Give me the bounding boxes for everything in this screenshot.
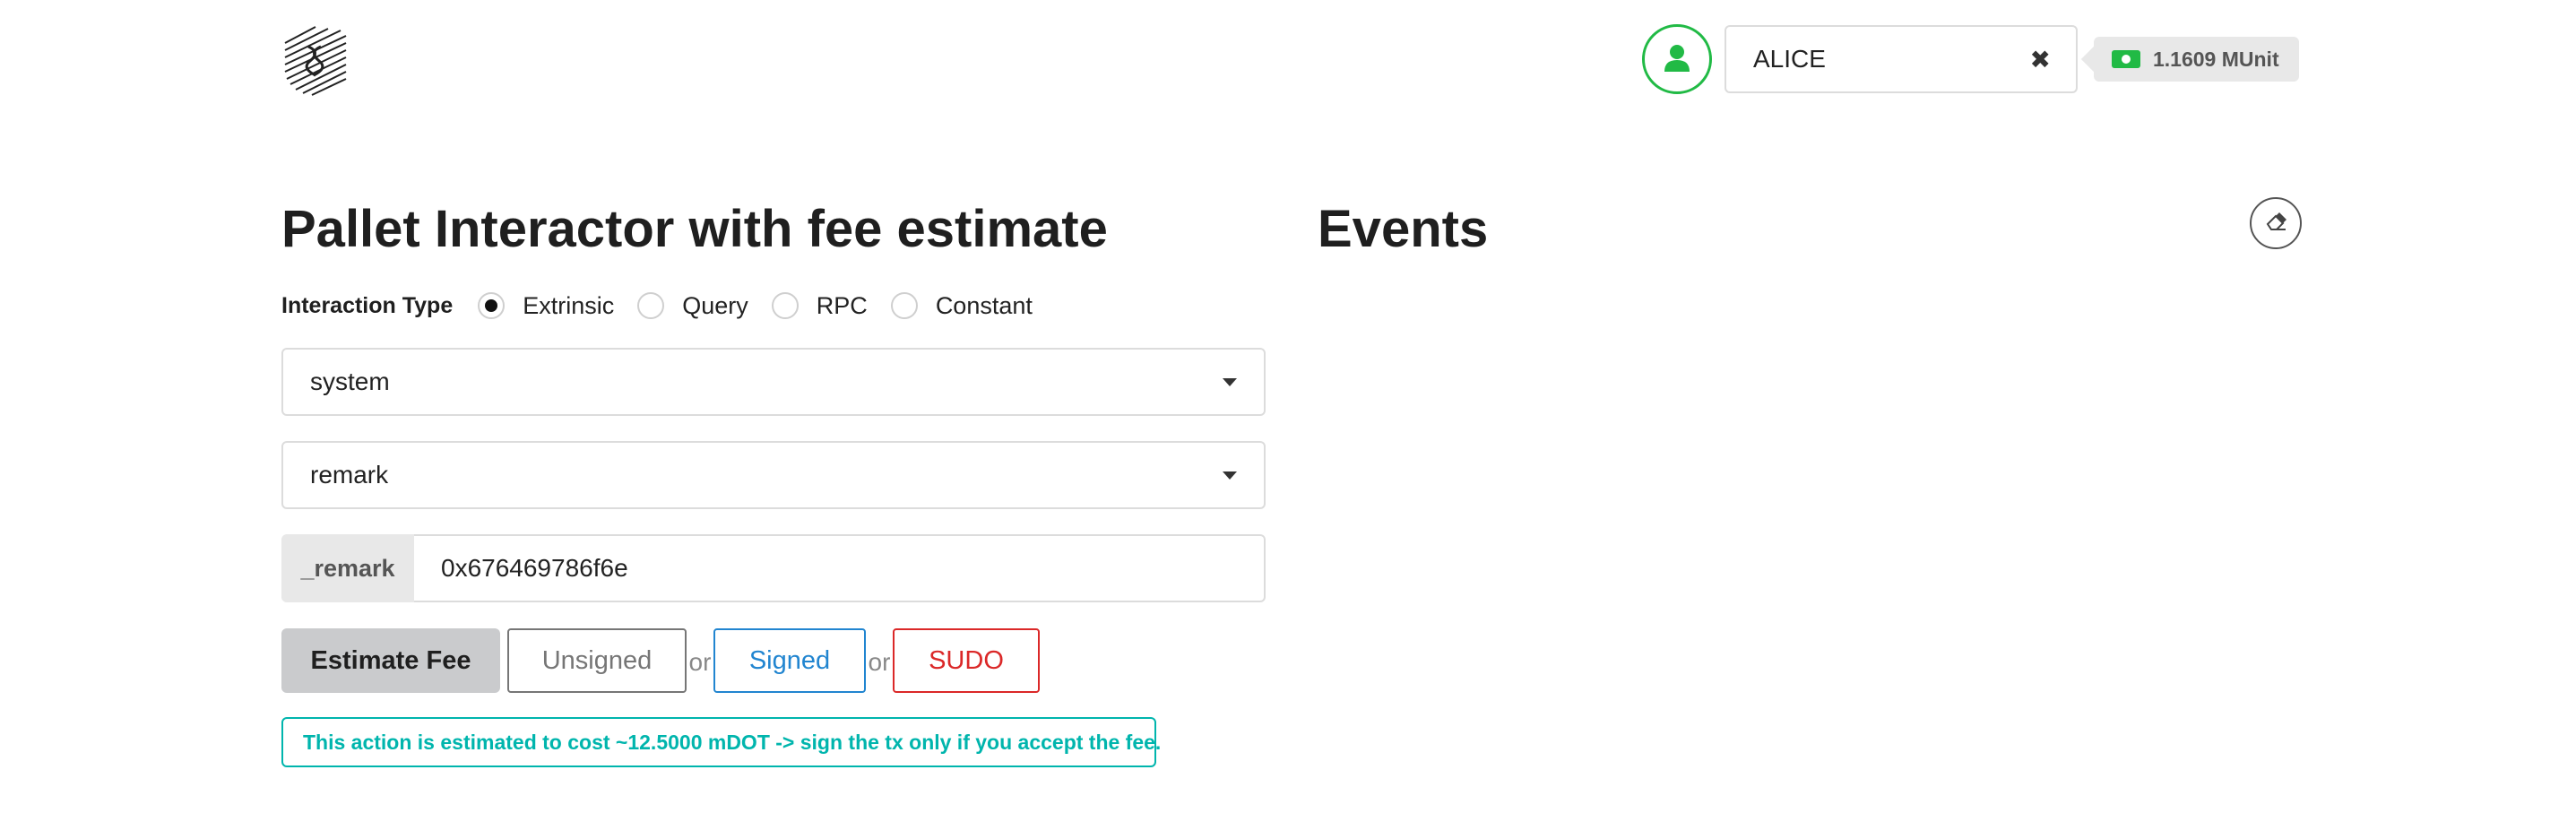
account-selector-group: ALICE ✖ 1.1609 MUnit (1642, 22, 2299, 97)
page-title: Pallet Interactor with fee estimate (281, 200, 1108, 258)
close-icon[interactable]: ✖ (2030, 45, 2051, 74)
radio-rpc[interactable]: RPC (771, 291, 868, 320)
money-icon (2112, 50, 2140, 68)
pallet-value: system (310, 368, 390, 395)
account-dropdown[interactable]: ALICE ✖ (1725, 25, 2078, 93)
estimate-fee-button[interactable]: Estimate Fee (281, 628, 500, 693)
eraser-icon (2264, 212, 2287, 236)
radio-query[interactable]: Query (637, 292, 748, 320)
radio-button[interactable] (637, 292, 665, 319)
unsigned-button[interactable]: Unsigned (507, 628, 687, 693)
radio-label: Extrinsic (523, 291, 615, 319)
radio-button[interactable] (890, 292, 918, 319)
callable-dropdown[interactable]: remark (281, 441, 1266, 509)
substrate-logo-icon (281, 25, 350, 97)
radio-label: Constant (935, 291, 1033, 319)
balance-label: 1.1609 MUnit (2094, 37, 2299, 82)
pallet-dropdown[interactable]: system (281, 348, 1266, 416)
or-separator: or (688, 648, 712, 676)
fee-estimate-message: This action is estimated to cost ~12.500… (281, 717, 1161, 767)
account-avatar[interactable] (1642, 24, 1712, 94)
account-name: ALICE (1753, 45, 1826, 73)
radio-label: RPC (816, 291, 868, 319)
interaction-type-group: Interaction Type Extrinsic Query RPC Con… (281, 285, 1056, 326)
balance-value: 1.1609 MUnit (2153, 47, 2279, 71)
param-label: _remark (281, 534, 414, 602)
user-icon (1662, 42, 1692, 77)
chevron-down-icon (1223, 471, 1237, 480)
chevron-down-icon (1223, 377, 1237, 386)
signed-button[interactable]: Signed (713, 628, 866, 693)
callable-value: remark (310, 461, 389, 489)
events-title: Events (1318, 200, 1489, 258)
clear-events-button[interactable] (2250, 197, 2302, 249)
radio-constant[interactable]: Constant (890, 291, 1033, 320)
radio-button[interactable] (771, 292, 799, 319)
remark-field[interactable]: 0x676469786f6e (414, 534, 1266, 602)
radio-label: Query (682, 291, 748, 319)
remark-param-input: _remark 0x676469786f6e (281, 534, 1266, 602)
sudo-button[interactable]: SUDO (893, 628, 1040, 693)
interaction-type-label: Interaction Type (281, 292, 454, 318)
radio-extrinsic[interactable]: Extrinsic (478, 292, 614, 320)
or-separator: or (868, 648, 891, 676)
action-buttons: Estimate Fee Unsigned or Signed or SUDO (281, 627, 1040, 694)
radio-button[interactable] (478, 292, 506, 319)
